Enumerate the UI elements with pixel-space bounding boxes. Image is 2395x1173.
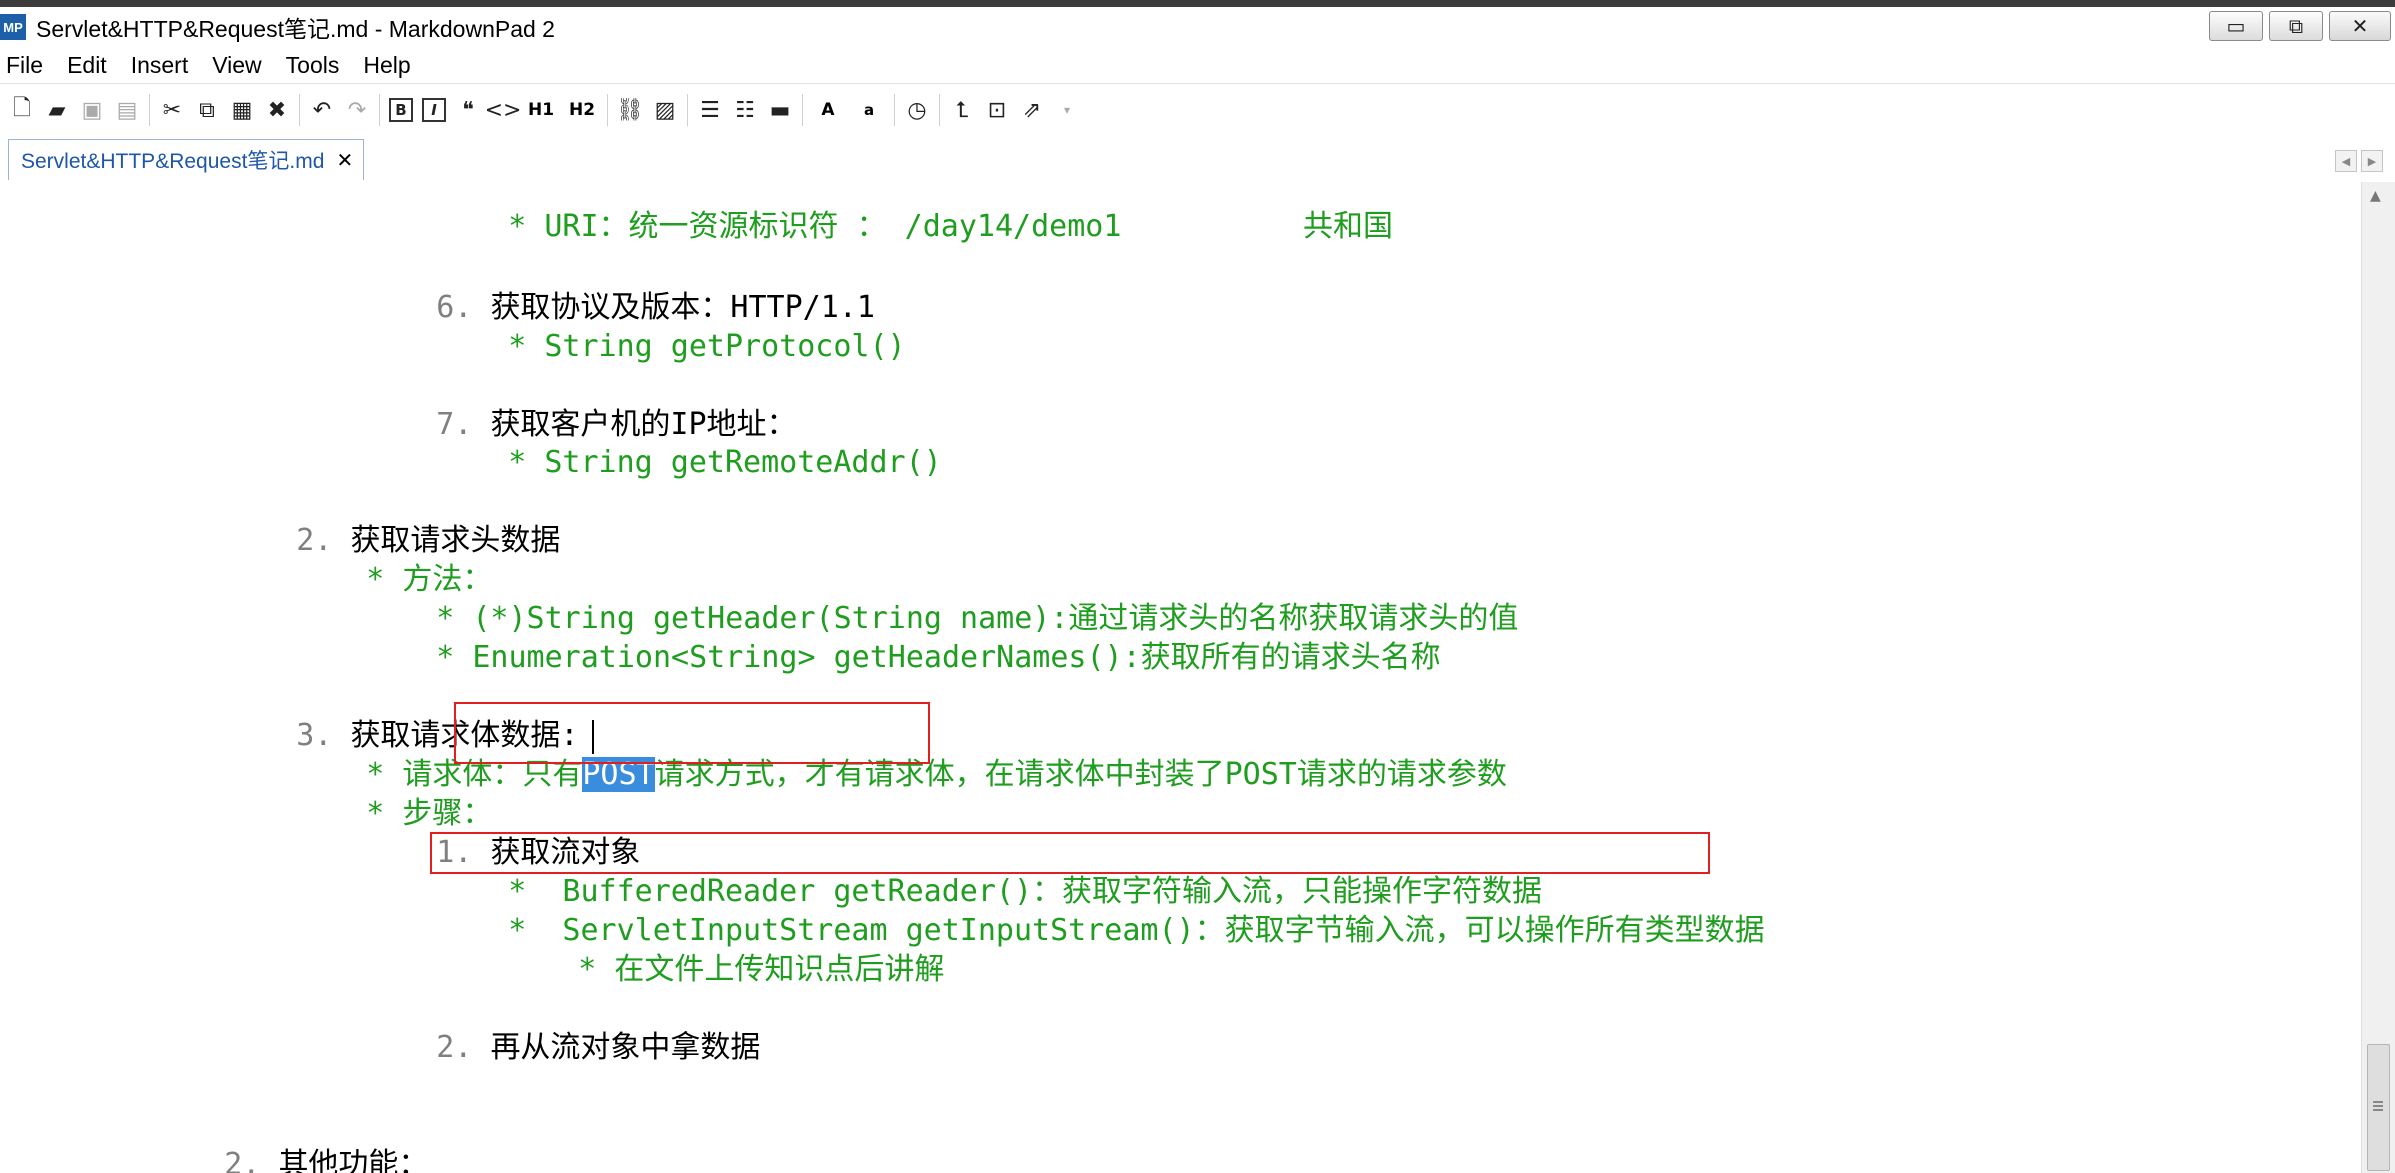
- horizontal-rule-icon[interactable]: ▬: [767, 97, 793, 123]
- title-bar[interactable]: MP Servlet&HTTP&Request笔记.md - MarkdownP…: [0, 7, 2395, 47]
- window-top-edge: [0, 0, 2395, 7]
- numbered-list-icon[interactable]: ☷: [732, 97, 758, 123]
- menu-file[interactable]: File: [6, 52, 43, 79]
- line-text: 其他功能：: [278, 1147, 429, 1173]
- toolbar-separator: [607, 94, 608, 126]
- timestamp-clock-icon[interactable]: ◷: [904, 97, 930, 123]
- split-view-icon[interactable]: ⮤: [949, 97, 975, 123]
- menu-bar: File Edit Insert View Tools Help: [0, 47, 2395, 84]
- toolbar-separator: [379, 94, 380, 126]
- bulleted-list-icon[interactable]: ☰: [697, 97, 723, 123]
- toolbar-separator: [894, 94, 895, 126]
- preview-presentation-icon[interactable]: ⊡: [984, 97, 1010, 123]
- menu-help[interactable]: Help: [363, 52, 410, 79]
- new-document-icon[interactable]: 🗋: [9, 96, 35, 123]
- toolbar: 🗋 ▰ ▣ ▤ ✂ ⧉ ▦ ✖ ↶ ↷ B I ❝ <> H1 H2 ⛓ ▨ ☰…: [0, 84, 2395, 136]
- document-tab-label: Servlet&HTTP&Request笔记.md: [21, 150, 325, 173]
- line-text: 再从流对象中拿数据: [490, 1030, 761, 1065]
- bold-button[interactable]: B: [389, 98, 413, 122]
- line-text: * Enumeration<String> getHeaderNames():获…: [436, 640, 1441, 675]
- window-title: Servlet&HTTP&Request笔记.md - MarkdownPad …: [36, 16, 555, 42]
- link-icon[interactable]: ⛓: [616, 97, 644, 123]
- markdownpad-logo-icon: MP: [0, 14, 26, 40]
- menu-view[interactable]: View: [212, 52, 261, 79]
- close-window-button[interactable]: ✕: [2329, 11, 2391, 41]
- redo-icon[interactable]: ↷: [344, 97, 370, 123]
- scroll-up-icon[interactable]: ▲: [2370, 188, 2381, 204]
- line-text: * URI：统一资源标识符 ： /day14/demo1 共和国: [508, 209, 1393, 244]
- scrollbar-grip-icon: [2373, 1101, 2383, 1103]
- toolbar-overflow-icon[interactable]: ▾: [1054, 97, 1080, 123]
- font-larger-button[interactable]: A: [812, 97, 844, 123]
- cut-icon[interactable]: ✂: [159, 97, 185, 123]
- delete-icon[interactable]: ✖: [264, 97, 290, 123]
- window-controls: ▭ ⧉ ✕: [2209, 11, 2391, 41]
- italic-button[interactable]: I: [422, 98, 446, 122]
- list-number: 2.: [436, 1030, 491, 1065]
- menu-insert[interactable]: Insert: [131, 52, 189, 79]
- code-icon[interactable]: <>: [485, 97, 522, 123]
- font-smaller-button[interactable]: a: [853, 97, 885, 123]
- vertical-scrollbar[interactable]: ▲: [2361, 182, 2395, 1173]
- tab-close-icon[interactable]: ✕: [336, 148, 353, 172]
- tab-scroll-controls: ◀ ▶: [2335, 150, 2383, 172]
- paste-icon[interactable]: ▦: [229, 97, 255, 123]
- highlight-box: [430, 832, 1710, 874]
- editor-line: 2. 其他功能：: [152, 1108, 428, 1173]
- tab-scroll-right-icon[interactable]: ▶: [2361, 150, 2383, 172]
- menu-edit[interactable]: Edit: [67, 52, 107, 79]
- toolbar-separator: [299, 94, 300, 126]
- image-icon[interactable]: ▨: [652, 97, 678, 123]
- open-folder-icon[interactable]: ▰: [44, 97, 70, 123]
- heading1-button[interactable]: H1: [525, 97, 557, 123]
- line-text: * 在文件上传知识点后讲解: [578, 952, 945, 987]
- heading2-button[interactable]: H2: [566, 97, 598, 123]
- tab-scroll-left-icon[interactable]: ◀: [2335, 150, 2357, 172]
- markdown-editor[interactable]: * URI：统一资源标识符 ： /day14/demo1 共和国 6. 获取协议…: [0, 182, 2362, 1173]
- document-tab-strip: Servlet&HTTP&Request笔记.md ✕ ◀ ▶: [0, 136, 2395, 184]
- blockquote-icon[interactable]: ❝: [455, 97, 481, 123]
- toolbar-separator: [687, 94, 688, 126]
- editor-line: 2. 再从流对象中拿数据: [364, 991, 760, 1105]
- menu-tools[interactable]: Tools: [286, 52, 340, 79]
- line-text: * String getProtocol(): [508, 329, 906, 364]
- copy-icon[interactable]: ⧉: [194, 97, 220, 123]
- list-number: 2.: [224, 1147, 279, 1173]
- export-icon[interactable]: ⇗: [1019, 97, 1045, 123]
- undo-icon[interactable]: ↶: [309, 97, 335, 123]
- line-text: * String getRemoteAddr(): [508, 445, 942, 480]
- highlight-box: [454, 702, 930, 764]
- toolbar-separator: [802, 94, 803, 126]
- maximize-button[interactable]: ⧉: [2269, 11, 2323, 41]
- save-icon[interactable]: ▣: [79, 97, 105, 123]
- toolbar-separator: [149, 94, 150, 126]
- document-tab[interactable]: Servlet&HTTP&Request笔记.md ✕: [8, 139, 365, 180]
- scrollbar-thumb[interactable]: [2367, 1044, 2390, 1171]
- toolbar-separator: [939, 94, 940, 126]
- save-all-icon[interactable]: ▤: [114, 97, 140, 123]
- minimize-button[interactable]: ▭: [2209, 11, 2263, 41]
